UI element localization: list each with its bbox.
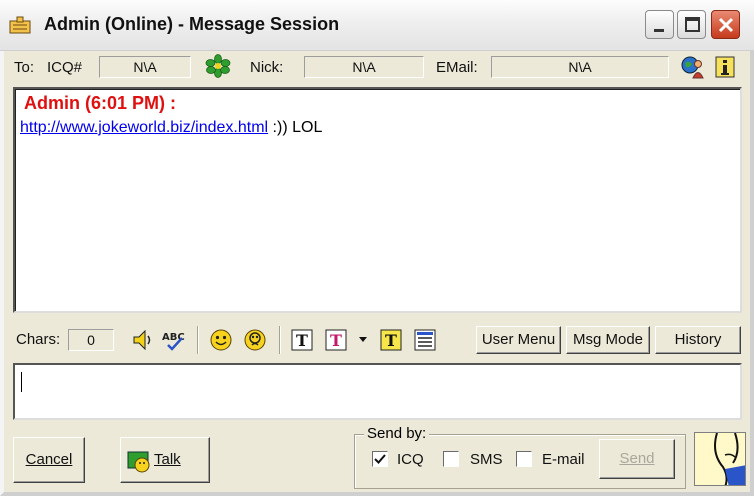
message-body: http://www.jokeworld.biz/index.html :)) … bbox=[20, 119, 322, 137]
nick-field[interactable]: N\A bbox=[304, 56, 424, 78]
email-option-label: E-mail bbox=[542, 451, 585, 468]
talk-icon bbox=[127, 451, 150, 473]
user-menu-button[interactable]: User Menu bbox=[476, 326, 561, 354]
text-color-icon[interactable]: T bbox=[325, 329, 347, 351]
font-icon[interactable]: T bbox=[291, 329, 313, 351]
history-button[interactable]: History bbox=[655, 326, 741, 354]
title-bar[interactable]: Admin (Online) - Message Session bbox=[0, 0, 754, 51]
cancel-button[interactable]: Cancel bbox=[13, 437, 85, 483]
background-color-icon[interactable]: T bbox=[380, 329, 402, 351]
toolbar-separator bbox=[279, 326, 281, 354]
nick-label: Nick: bbox=[250, 59, 284, 76]
msg-mode-button[interactable]: Msg Mode bbox=[566, 326, 650, 354]
emoticon-menu-icon[interactable] bbox=[243, 328, 267, 352]
close-icon bbox=[718, 17, 734, 33]
chars-counter: 0 bbox=[68, 329, 114, 351]
send-button[interactable]: Send bbox=[599, 439, 675, 479]
info-card-icon[interactable] bbox=[714, 55, 736, 79]
toolbar-separator bbox=[197, 326, 199, 354]
sms-checkbox[interactable] bbox=[443, 451, 459, 467]
icq-number-field[interactable]: N\A bbox=[99, 56, 191, 78]
message-sender: Admin (6:01 PM) : bbox=[24, 93, 177, 113]
email-field[interactable]: N\A bbox=[491, 56, 669, 78]
avatar-picture-icon bbox=[714, 433, 745, 485]
spell-check-icon[interactable]: ABC bbox=[160, 328, 186, 352]
window-title: Admin (Online) - Message Session bbox=[44, 14, 340, 34]
minimize-icon bbox=[654, 29, 664, 32]
icq-option-label: ICQ bbox=[397, 451, 424, 468]
svg-text:T: T bbox=[330, 331, 342, 350]
icq-label: ICQ# bbox=[47, 59, 83, 76]
message-history[interactable]: Admin (6:01 PM) : http://www.jokeworld.b… bbox=[13, 87, 742, 313]
message-session-icon bbox=[9, 16, 31, 34]
talk-button[interactable]: Talk bbox=[120, 437, 210, 483]
message-text: :)) LOL bbox=[268, 119, 323, 136]
message-input[interactable] bbox=[13, 363, 742, 420]
svg-text:T: T bbox=[296, 331, 308, 350]
svg-text:T: T bbox=[385, 331, 397, 350]
text-caret bbox=[21, 372, 22, 392]
maximize-icon bbox=[685, 17, 700, 32]
chevron-down-icon[interactable] bbox=[358, 336, 368, 344]
to-label: To: bbox=[14, 59, 35, 76]
smiley-icon[interactable] bbox=[209, 328, 233, 352]
icq-flower-icon[interactable] bbox=[205, 54, 231, 78]
avatar[interactable] bbox=[694, 432, 746, 486]
close-button[interactable] bbox=[711, 10, 740, 39]
email-label: EMail: bbox=[436, 59, 478, 76]
checkmark-icon bbox=[374, 454, 386, 464]
user-details-icon[interactable] bbox=[681, 55, 705, 79]
message-link[interactable]: http://www.jokeworld.biz/index.html bbox=[20, 119, 268, 136]
sound-icon[interactable] bbox=[131, 328, 153, 352]
minimize-button[interactable] bbox=[645, 10, 674, 39]
send-by-legend: Send by: bbox=[364, 425, 430, 442]
email-checkbox[interactable] bbox=[516, 451, 532, 467]
sms-option-label: SMS bbox=[470, 451, 503, 468]
chars-label: Chars: bbox=[16, 331, 61, 348]
message-list-icon[interactable] bbox=[414, 329, 436, 351]
talk-label: Talk bbox=[154, 451, 181, 468]
icq-checkbox[interactable] bbox=[372, 451, 388, 467]
maximize-button[interactable] bbox=[677, 10, 706, 39]
